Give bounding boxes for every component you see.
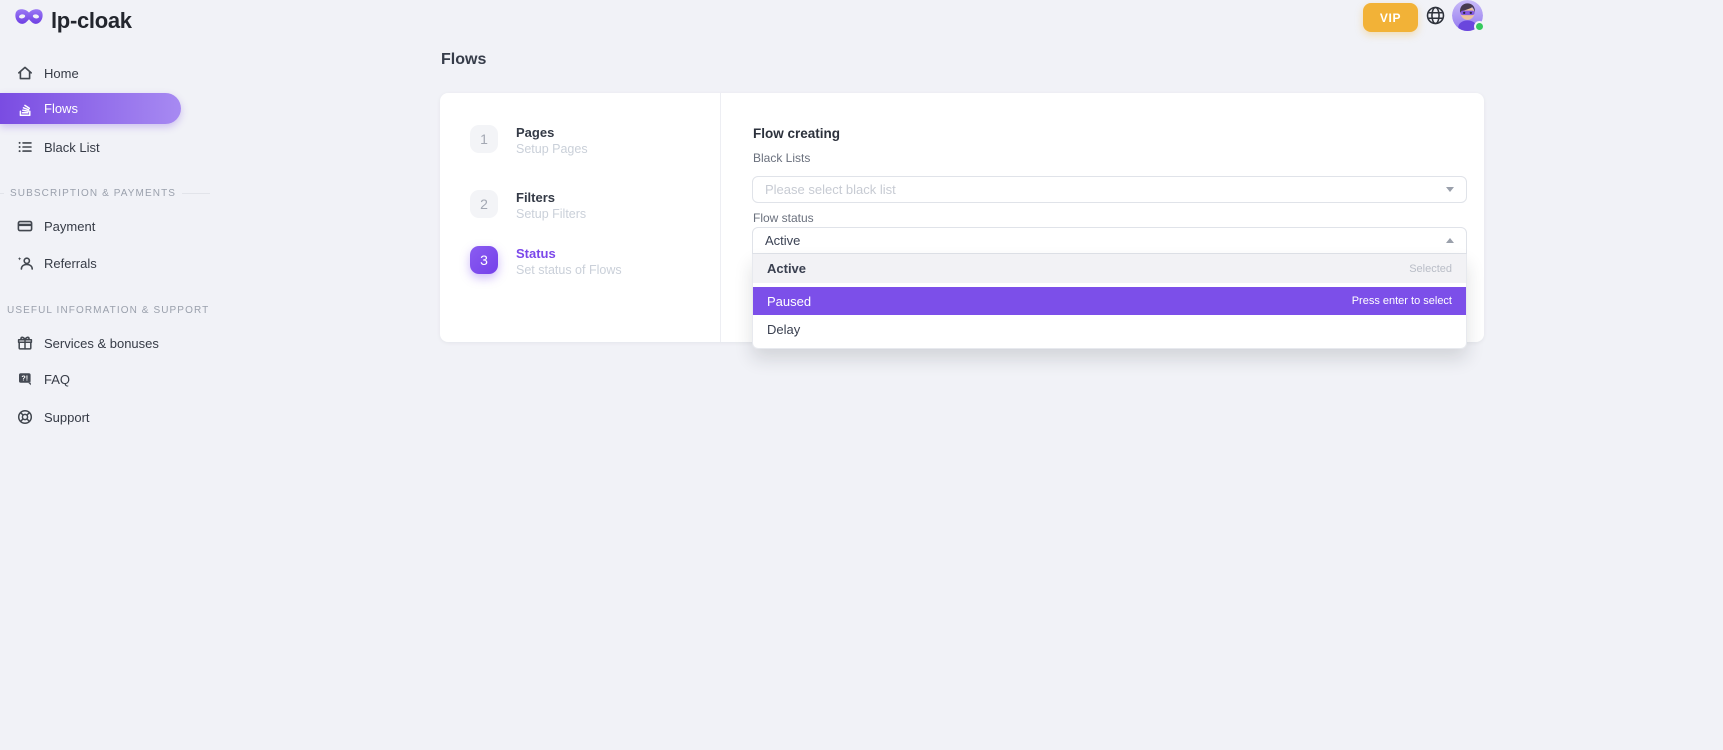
gift-icon [16, 334, 34, 352]
page-title: Flows [441, 51, 486, 69]
step-subtitle: Set status of Flows [516, 263, 622, 277]
sidebar-section-subscription: SUBSCRIPTION & PAYMENTS [0, 186, 210, 200]
divider [720, 93, 721, 342]
credit-card-icon [16, 217, 34, 235]
home-icon [16, 64, 34, 82]
step-subtitle: Setup Filters [516, 207, 586, 221]
sidebar-item-home[interactable]: Home [0, 58, 200, 88]
online-status-dot [1474, 21, 1485, 32]
lifebuoy-icon [16, 408, 34, 426]
language-globe-icon[interactable] [1424, 4, 1446, 26]
option-label: Delay [767, 322, 800, 337]
brand-name: lp-cloak [51, 8, 132, 34]
wizard-step-status[interactable]: 3 Status Set status of Flows [470, 246, 622, 277]
sidebar-item-payment[interactable]: Payment [0, 211, 200, 241]
sidebar-item-flows[interactable]: Flows [0, 93, 181, 124]
option-label: Active [767, 261, 806, 276]
step-title: Pages [516, 125, 588, 140]
sidebar-item-label: Payment [44, 219, 95, 234]
step-number: 3 [470, 246, 498, 274]
sidebar-item-label: FAQ [44, 372, 70, 387]
flow-status-select[interactable]: Active [752, 227, 1467, 254]
flows-stack-icon [16, 100, 34, 118]
sidebar-item-label: Home [44, 66, 79, 81]
option-delay[interactable]: Delay [753, 315, 1466, 343]
option-label: Paused [767, 294, 811, 309]
referral-user-icon [16, 254, 34, 272]
sidebar-item-support[interactable]: Support [0, 402, 200, 432]
flow-status-label: Flow status [753, 211, 814, 225]
option-active[interactable]: Active Selected [753, 254, 1466, 283]
user-avatar[interactable] [1452, 0, 1483, 31]
flow-status-dropdown: Active Selected Paused Press enter to se… [752, 254, 1467, 349]
app-window: lp-cloak Home Flows Black Lis [0, 0, 1723, 750]
brand-logo[interactable]: lp-cloak [14, 7, 132, 34]
black-lists-select[interactable]: Please select black list [752, 176, 1467, 203]
chevron-up-icon [1446, 238, 1454, 243]
divider [182, 193, 210, 194]
svg-text:?!: ?! [21, 374, 28, 383]
wizard-step-pages[interactable]: 1 Pages Setup Pages [470, 125, 588, 156]
step-subtitle: Setup Pages [516, 142, 588, 156]
sidebar-item-label: Support [44, 410, 90, 425]
sidebar-item-faq[interactable]: ?! FAQ [0, 364, 200, 394]
section-label: SUBSCRIPTION & PAYMENTS [10, 188, 176, 199]
sidebar-item-referrals[interactable]: Referrals [0, 248, 200, 278]
step-number: 1 [470, 125, 498, 153]
sidebar-item-label: Flows [44, 101, 78, 116]
black-lists-placeholder: Please select black list [765, 182, 896, 197]
sidebar-item-services-bonuses[interactable]: Services & bonuses [0, 328, 200, 358]
step-title: Status [516, 246, 622, 261]
black-lists-label: Black Lists [753, 151, 810, 165]
faq-bubble-icon: ?! [16, 370, 34, 388]
section-label: USEFUL INFORMATION & SUPPORT [7, 305, 209, 316]
sidebar-item-label: Black List [44, 140, 100, 155]
mask-icon [14, 7, 44, 34]
sidebar-item-label: Services & bonuses [44, 336, 159, 351]
option-paused[interactable]: Paused Press enter to select [753, 287, 1466, 315]
flow-status-value: Active [765, 233, 800, 248]
option-hint: Press enter to select [1352, 295, 1452, 307]
sidebar-item-label: Referrals [44, 256, 97, 271]
divider [0, 193, 4, 194]
sidebar-section-useful-info: USEFUL INFORMATION & SUPPORT [0, 303, 210, 317]
chevron-down-icon [1446, 187, 1454, 192]
list-icon [16, 138, 34, 156]
sidebar-item-black-list[interactable]: Black List [0, 132, 200, 162]
panel-title: Flow creating [753, 126, 840, 141]
step-number: 2 [470, 190, 498, 218]
option-hint: Selected [1409, 263, 1452, 275]
vip-badge[interactable]: VIP [1363, 3, 1418, 32]
wizard-step-filters[interactable]: 2 Filters Setup Filters [470, 190, 586, 221]
step-title: Filters [516, 190, 586, 205]
